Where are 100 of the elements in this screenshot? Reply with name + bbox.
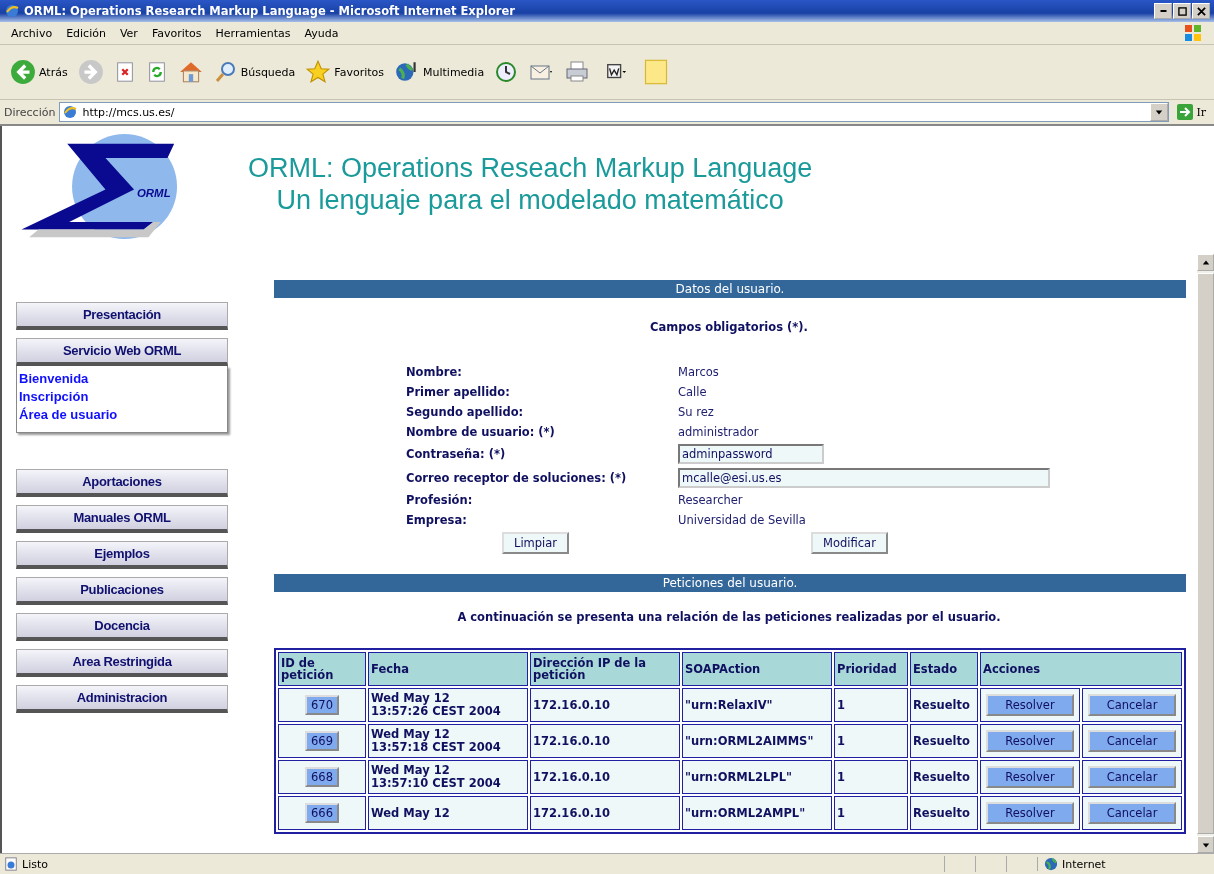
column-header: ID de petición	[278, 652, 366, 686]
nav-button[interactable]: Area Restringida	[16, 649, 228, 677]
nav-button[interactable]: Aportaciones	[16, 469, 228, 497]
nav-button[interactable]: Publicaciones	[16, 577, 228, 605]
action-button[interactable]: Cancelar	[1088, 730, 1176, 752]
printer-icon	[564, 60, 591, 84]
action-button[interactable]: Cancelar	[1088, 802, 1176, 824]
column-header: Estado	[910, 652, 978, 686]
menu-item[interactable]: Edición	[59, 26, 113, 40]
address-field[interactable]: http://mcs.us.es/	[59, 102, 1170, 122]
request-id-button[interactable]: 668	[305, 767, 339, 787]
scroll-up-icon	[1201, 258, 1210, 267]
action-button[interactable]: Cancelar	[1088, 694, 1176, 716]
submenu-link[interactable]: Bienvenida	[19, 370, 89, 388]
menu-item[interactable]: Ver	[112, 26, 145, 40]
browser-icon	[4, 3, 20, 19]
field-label: Profesión:	[406, 493, 474, 507]
action-button[interactable]: Resolver	[986, 694, 1074, 716]
password-field[interactable]: adminpassword	[678, 444, 824, 464]
action-button[interactable]: Cancelar	[1088, 766, 1176, 788]
field-label: Nombre:	[406, 365, 463, 379]
scrollbar[interactable]	[1197, 254, 1214, 853]
column-header: Fecha	[368, 652, 528, 686]
table-cell: Wed May 12 13:57:18 CEST 2004	[368, 724, 528, 758]
address-label: Dirección	[4, 105, 56, 119]
minimize-button[interactable]	[1154, 3, 1172, 19]
email-field[interactable]: mcalle@esi.us.es	[678, 468, 1050, 488]
maximize-button[interactable]	[1173, 3, 1191, 19]
action-button[interactable]: Resolver	[986, 730, 1074, 752]
table-cell: "urn:ORML2LPL"	[682, 760, 832, 794]
field-label: Correo receptor de soluciones: (*)	[406, 471, 628, 485]
table-cell: "urn:ORML2AIMMS"	[682, 724, 832, 758]
field-label: Empresa:	[406, 513, 468, 527]
table-cell: Resuelto	[910, 688, 978, 722]
table-cell: 172.16.0.10	[530, 724, 680, 758]
star-icon	[305, 59, 332, 85]
scroll-down-icon	[1201, 840, 1210, 849]
table-cell: "urn:RelaxIV"	[682, 688, 832, 722]
nav-button[interactable]: Docencia	[16, 613, 228, 641]
close-button[interactable]	[1192, 3, 1210, 19]
action-button[interactable]: Resolver	[986, 766, 1074, 788]
request-id-button[interactable]: 666	[305, 803, 339, 823]
globe-icon	[62, 104, 79, 120]
go-button[interactable]: Ir	[1173, 104, 1210, 120]
field-value: administrador	[678, 425, 759, 439]
table-cell: Wed May 12 13:57:26 CEST 2004	[368, 688, 528, 722]
column-header: Prioridad	[834, 652, 908, 686]
windows-logo-icon	[1182, 23, 1204, 43]
status-text: Listo	[22, 857, 48, 871]
nav-button[interactable]: Administracion	[16, 685, 228, 713]
right-arrow-icon	[1177, 104, 1194, 120]
column-header: Acciones	[980, 652, 1182, 686]
table-cell: 1	[834, 760, 908, 794]
search-button[interactable]: Búsqueda	[209, 58, 300, 86]
field-value: Universidad de Sevilla	[678, 513, 806, 527]
menu-item[interactable]: Archivo	[4, 26, 60, 40]
favorites-button[interactable]: Favoritos	[301, 57, 388, 87]
clock-icon	[494, 60, 519, 84]
table-cell: Resuelto	[910, 760, 978, 794]
field-value: Researcher	[678, 493, 743, 507]
action-button[interactable]: Resolver	[986, 802, 1074, 824]
nav-button[interactable]: Servicio Web ORML	[16, 338, 228, 366]
submenu-link[interactable]: Inscripción	[19, 388, 89, 406]
form-button[interactable]: Modificar	[811, 532, 888, 554]
nav-button[interactable]: Manuales ORML	[16, 505, 228, 533]
form-button[interactable]: Limpiar	[502, 532, 570, 554]
table-cell: 1	[834, 688, 908, 722]
table-cell: 172.16.0.10	[530, 760, 680, 794]
site-title: ORML: Operations Reseach Markup Language	[248, 152, 813, 184]
globe-icon	[1044, 857, 1058, 871]
section-header: Peticiones del usuario.	[274, 574, 1186, 592]
field-label: Primer apellido:	[406, 385, 511, 399]
media-button[interactable]: Multimedia	[390, 57, 489, 87]
search-icon	[213, 60, 238, 84]
submenu-link[interactable]: Área de usuario	[19, 406, 118, 424]
required-note: Campos obligatorios (*).	[649, 320, 809, 334]
back-button[interactable]: Atrás	[6, 57, 72, 87]
column-header: Dirección IP de la petición	[530, 652, 680, 686]
request-id-button[interactable]: 669	[305, 731, 339, 751]
table-cell: Wed May 12 13:57:10 CEST 2004	[368, 760, 528, 794]
maximize-icon	[1177, 6, 1187, 16]
table-cell: "urn:ORML2AMPL"	[682, 796, 832, 830]
section-header: Datos del usuario.	[274, 280, 1186, 298]
menu-item[interactable]: Herramientas	[208, 26, 298, 40]
request-id-button[interactable]: 670	[305, 695, 339, 715]
close-icon	[1196, 6, 1206, 16]
table-cell: Resuelto	[910, 796, 978, 830]
table-cell: 172.16.0.10	[530, 688, 680, 722]
minimize-icon	[1159, 10, 1167, 12]
nav-button[interactable]: Ejemplos	[16, 541, 228, 569]
nav-button[interactable]: Presentación	[16, 302, 228, 330]
field-label: Contraseña: (*)	[406, 447, 507, 461]
field-label: Nombre de usuario: (*)	[406, 425, 556, 439]
menu-item[interactable]: Ayuda	[297, 26, 346, 40]
table-cell: 1	[834, 796, 908, 830]
page-icon	[4, 857, 18, 871]
field-label: Segundo apellido:	[406, 405, 525, 419]
table-cell: 1	[834, 724, 908, 758]
dropdown-arrow-icon	[1155, 108, 1164, 116]
menu-item[interactable]: Favoritos	[144, 26, 209, 40]
